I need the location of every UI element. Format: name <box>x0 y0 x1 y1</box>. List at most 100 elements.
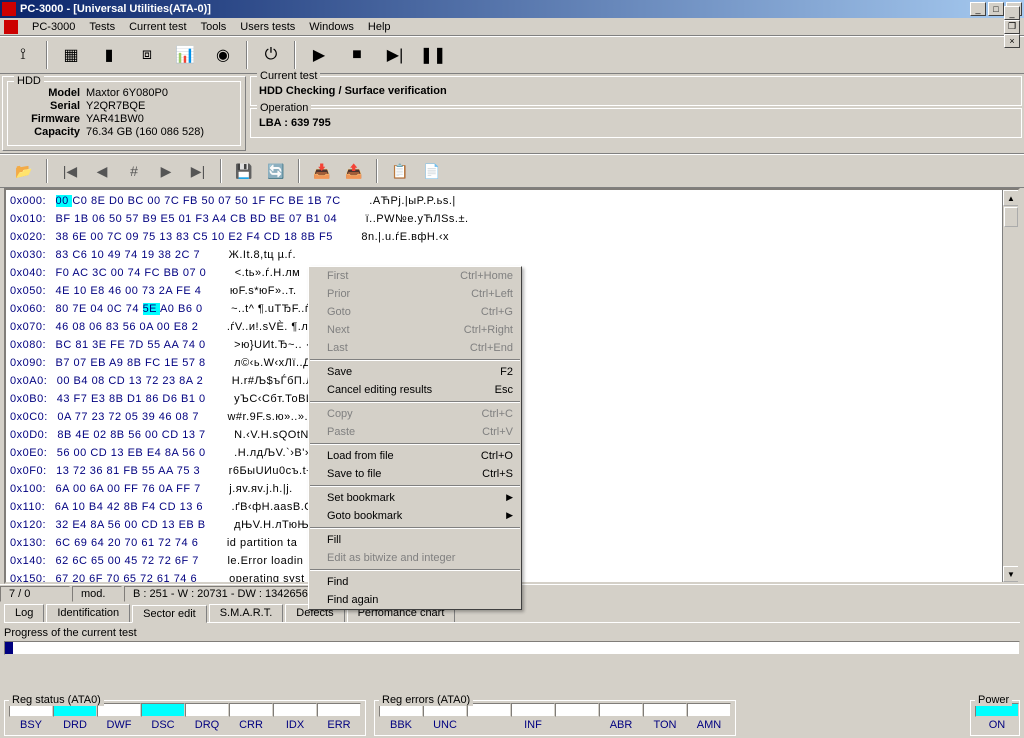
hdd-serial: Y2QR7BQE <box>86 100 145 112</box>
ctx-bitint[interactable]: Edit as bitwize and integer <box>309 549 521 567</box>
reg-cell-bsy: BSY <box>9 703 53 731</box>
ctx-paste[interactable]: PasteCtrl+V <box>309 423 521 441</box>
tab-log[interactable]: Log <box>4 604 44 622</box>
tb-loadfile-icon[interactable]: 📥 <box>308 158 336 184</box>
operation-panel: Operation LBA : 639 795 <box>250 108 1022 138</box>
tool-power-icon[interactable]: ⏻ <box>254 40 288 70</box>
minimize-button[interactable]: _ <box>970 2 986 16</box>
ctx-find-again[interactable]: Find again <box>309 591 521 609</box>
ctx-last[interactable]: LastCtrl+End <box>309 339 521 357</box>
scroll-down-icon[interactable]: ▼ <box>1003 566 1019 582</box>
tool-connector-icon[interactable]: ⟟ <box>6 40 40 70</box>
mdi-restore[interactable]: ❐ <box>1004 20 1020 34</box>
menu-help[interactable]: Help <box>362 19 397 35</box>
hdd-firmware: YAR41BW0 <box>86 113 144 125</box>
menubar: PC-3000 Tests Current test Tools Users t… <box>0 18 1024 36</box>
ctx-goto[interactable]: GotoCtrl+G <box>309 303 521 321</box>
menu-tests[interactable]: Tests <box>83 19 121 35</box>
tool-chip2-icon[interactable]: ▮ <box>92 40 126 70</box>
scrollbar-vertical[interactable]: ▲ ▼ <box>1002 190 1018 582</box>
tab-identification[interactable]: Identification <box>46 604 130 622</box>
reg-cell-drd: DRD <box>53 703 97 731</box>
operation-text: LBA : 639 795 <box>259 113 1013 133</box>
reg-cell-drq: DRQ <box>185 703 229 731</box>
ctx-goto-bookmark[interactable]: Goto bookmark▶ <box>309 507 521 525</box>
reg-cell-err: ERR <box>317 703 361 731</box>
ctx-save[interactable]: SaveF2 <box>309 363 521 381</box>
ctx-copy[interactable]: CopyCtrl+C <box>309 405 521 423</box>
ctx-next[interactable]: NextCtrl+Right <box>309 321 521 339</box>
main-toolbar: ⟟ ▦ ▮ ⧈ 📊 ◉ ⏻ ▶ ■ ▶| ❚❚ <box>0 36 1024 74</box>
tb-next-icon[interactable]: ▶ <box>152 158 180 184</box>
tb-first-icon[interactable]: |◀ <box>56 158 84 184</box>
reg-cell-ton: TON <box>643 703 687 731</box>
menu-tools[interactable]: Tools <box>195 19 233 35</box>
tool-stack-icon[interactable]: ⧈ <box>130 40 164 70</box>
reg-cell-idx: IDX <box>273 703 317 731</box>
maximize-button[interactable]: □ <box>988 2 1004 16</box>
tool-platter-icon[interactable]: ◉ <box>206 40 240 70</box>
menu-current-test[interactable]: Current test <box>123 19 192 35</box>
titlebar: PC-3000 - [Universal Utilities(ATA-0)] _… <box>0 0 1024 18</box>
menu-windows[interactable]: Windows <box>303 19 360 35</box>
play-button[interactable]: ▶ <box>302 40 336 70</box>
status-mod: mod. <box>72 586 122 602</box>
window-title: PC-3000 - [Universal Utilities(ATA-0)] <box>20 3 970 15</box>
stop-button[interactable]: ■ <box>340 40 374 70</box>
tb-goto-icon[interactable]: # <box>120 158 148 184</box>
reg-errors-panel: Reg errors (ATA0) BBKUNCINFABRTONAMN <box>374 700 736 736</box>
ctx-load-file[interactable]: Load from fileCtrl+O <box>309 447 521 465</box>
next-button[interactable]: ▶| <box>378 40 412 70</box>
reg-cell- <box>467 703 511 731</box>
ctx-save-file[interactable]: Save to fileCtrl+S <box>309 465 521 483</box>
tb-prev-icon[interactable]: ◀ <box>88 158 116 184</box>
ctx-cancel[interactable]: Cancel editing resultsEsc <box>309 381 521 399</box>
ctx-set-bookmark[interactable]: Set bookmark▶ <box>309 489 521 507</box>
reg-cell-abr: ABR <box>599 703 643 731</box>
reg-cell-dsc: DSC <box>141 703 185 731</box>
reg-cell-amn: AMN <box>687 703 731 731</box>
tb-open-icon[interactable]: 📂 <box>10 158 38 184</box>
tb-savefile-icon[interactable]: 📤 <box>340 158 368 184</box>
reg-cell-unc: UNC <box>423 703 467 731</box>
tool-chart-icon[interactable]: 📊 <box>168 40 202 70</box>
tb-copy-icon[interactable]: 📋 <box>386 158 414 184</box>
mdi-close[interactable]: × <box>1004 34 1020 48</box>
current-test-text: HDD Checking / Surface verification <box>259 81 1013 101</box>
scroll-thumb[interactable] <box>1004 207 1018 227</box>
tb-save-icon[interactable]: 💾 <box>230 158 258 184</box>
tab-sector-edit[interactable]: Sector edit <box>132 605 207 623</box>
tab-smart[interactable]: S.M.A.R.T. <box>209 604 284 622</box>
app-icon <box>2 2 16 16</box>
editor-toolbar: 📂 |◀ ◀ # ▶ ▶| 💾 🔄 📥 📤 📋 📄 <box>0 154 1024 188</box>
reg-status-panel: Reg status (ATA0) BSYDRDDWFDSCDRQCRRIDXE… <box>4 700 366 736</box>
mdi-minimize[interactable]: _ <box>1004 6 1020 20</box>
tool-chip1-icon[interactable]: ▦ <box>54 40 88 70</box>
status-pos: 7 / 0 <box>0 586 70 602</box>
reg-cell-dwf: DWF <box>97 703 141 731</box>
scroll-up-icon[interactable]: ▲ <box>1003 190 1019 206</box>
reg-cell-bbk: BBK <box>379 703 423 731</box>
hdd-fieldset: HDD ModelMaxtor 6Y080P0 SerialY2QR7BQE F… <box>7 81 241 146</box>
hdd-capacity: 76.34 GB (160 086 528) <box>86 126 204 138</box>
app-icon-small <box>4 20 18 34</box>
context-menu: FirstCtrl+Home PriorCtrl+Left GotoCtrl+G… <box>308 266 522 610</box>
current-test-panel: Current test HDD Checking / Surface veri… <box>250 76 1022 106</box>
pause-button[interactable]: ❚❚ <box>416 40 450 70</box>
progress-label: Progress of the current test <box>4 627 1020 639</box>
reg-cell- <box>555 703 599 731</box>
ctx-prior[interactable]: PriorCtrl+Left <box>309 285 521 303</box>
menu-pc3000[interactable]: PC-3000 <box>26 19 81 35</box>
reg-cell-inf: INF <box>511 703 555 731</box>
ctx-fill[interactable]: Fill <box>309 531 521 549</box>
tb-last-icon[interactable]: ▶| <box>184 158 212 184</box>
tb-paste-icon[interactable]: 📄 <box>418 158 446 184</box>
tb-reload-icon[interactable]: 🔄 <box>262 158 290 184</box>
ctx-find[interactable]: Find <box>309 573 521 591</box>
menu-users-tests[interactable]: Users tests <box>234 19 301 35</box>
reg-cell-crr: CRR <box>229 703 273 731</box>
progress-bar <box>4 641 1020 655</box>
hdd-model: Maxtor 6Y080P0 <box>86 87 168 99</box>
ctx-first[interactable]: FirstCtrl+Home <box>309 267 521 285</box>
power-panel: Power ON <box>970 700 1020 736</box>
